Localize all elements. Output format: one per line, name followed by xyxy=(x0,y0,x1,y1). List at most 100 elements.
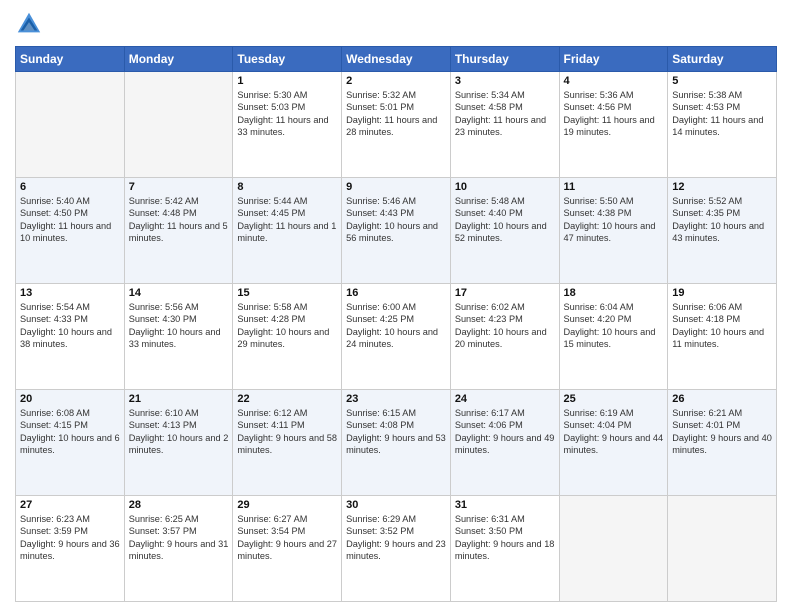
weekday-header: Saturday xyxy=(668,47,777,72)
day-number: 21 xyxy=(129,393,229,405)
weekday-header: Tuesday xyxy=(233,47,342,72)
cell-sunrise-info: Sunrise: 5:32 AM Sunset: 5:01 PM Dayligh… xyxy=(346,89,446,139)
calendar-cell: 21Sunrise: 6:10 AM Sunset: 4:13 PM Dayli… xyxy=(124,390,233,496)
calendar-table: SundayMondayTuesdayWednesdayThursdayFrid… xyxy=(15,46,777,602)
calendar-cell: 20 Sunrise: 6:08 AM Sunset: 4:15 PM Dayli… xyxy=(16,390,125,496)
day-number: 6 xyxy=(20,181,120,193)
calendar-cell xyxy=(16,72,125,178)
day-number: 14 xyxy=(129,287,229,299)
cell-sunrise-info: Sunrise: 6:04 AM Sunset: 4:20 PM Dayligh… xyxy=(564,301,664,351)
day-number: 10 xyxy=(455,181,555,193)
page: SundayMondayTuesdayWednesdayThursdayFrid… xyxy=(0,0,792,612)
day-number: 19 xyxy=(672,287,772,299)
day-number: 27 xyxy=(20,499,120,511)
cell-sunrise-info: Sunrise: 5:40 AM Sunset: 4:50 PM Dayligh… xyxy=(20,195,120,245)
calendar-cell: 15 Sunrise: 5:58 AM Sunset: 4:28 PM Dayli… xyxy=(233,284,342,390)
cell-sunrise-info: Sunrise: 6:27 AM Sunset: 3:54 PM Dayligh… xyxy=(237,513,337,563)
calendar-cell: 18 Sunrise: 6:04 AM Sunset: 4:20 PM Dayli… xyxy=(559,284,668,390)
day-number: 2 xyxy=(346,75,446,87)
day-number: 26 xyxy=(672,393,772,405)
calendar-cell: 4 Sunrise: 5:36 AM Sunset: 4:56 PM Daylig… xyxy=(559,72,668,178)
calendar-week-row: 20 Sunrise: 6:08 AM Sunset: 4:15 PM Dayli… xyxy=(16,390,777,496)
cell-sunrise-info: Sunrise: 5:30 AM Sunset: 5:03 PM Dayligh… xyxy=(237,89,337,139)
cell-sunrise-info: Sunrise: 5:52 AM Sunset: 4:35 PM Dayligh… xyxy=(672,195,772,245)
cell-sunrise-info: Sunrise: 5:42 AM Sunset: 4:48 PM Dayligh… xyxy=(129,195,229,245)
calendar-cell: 23Sunrise: 6:15 AM Sunset: 4:08 PM Dayli… xyxy=(342,390,451,496)
calendar-cell xyxy=(559,496,668,602)
day-number: 3 xyxy=(455,75,555,87)
day-number: 20 xyxy=(20,393,120,405)
cell-sunrise-info: Sunrise: 5:38 AM Sunset: 4:53 PM Dayligh… xyxy=(672,89,772,139)
day-number: 30 xyxy=(346,499,446,511)
cell-sunrise-info: Sunrise: 5:44 AM Sunset: 4:45 PM Dayligh… xyxy=(237,195,337,245)
cell-sunrise-info: Sunrise: 6:29 AM Sunset: 3:52 PM Dayligh… xyxy=(346,513,446,563)
cell-sunrise-info: Sunrise: 5:34 AM Sunset: 4:58 PM Dayligh… xyxy=(455,89,555,139)
cell-sunrise-info: Sunrise: 6:21 AM Sunset: 4:01 PM Dayligh… xyxy=(672,407,772,457)
calendar-week-row: 1 Sunrise: 5:30 AM Sunset: 5:03 PM Daylig… xyxy=(16,72,777,178)
day-number: 25 xyxy=(564,393,664,405)
day-number: 17 xyxy=(455,287,555,299)
calendar-cell: 14 Sunrise: 5:56 AM Sunset: 4:30 PM Dayli… xyxy=(124,284,233,390)
calendar-cell: 11 Sunrise: 5:50 AM Sunset: 4:38 PM Dayli… xyxy=(559,178,668,284)
weekday-header: Sunday xyxy=(16,47,125,72)
day-number: 12 xyxy=(672,181,772,193)
calendar-cell: 30 Sunrise: 6:29 AM Sunset: 3:52 PM Dayli… xyxy=(342,496,451,602)
logo-icon xyxy=(15,10,43,38)
day-number: 11 xyxy=(564,181,664,193)
weekday-header: Wednesday xyxy=(342,47,451,72)
calendar-cell: 9Sunrise: 5:46 AM Sunset: 4:43 PM Daylig… xyxy=(342,178,451,284)
calendar-cell: 6 Sunrise: 5:40 AM Sunset: 4:50 PM Daylig… xyxy=(16,178,125,284)
calendar-cell: 2 Sunrise: 5:32 AM Sunset: 5:01 PM Daylig… xyxy=(342,72,451,178)
calendar-cell: 28Sunrise: 6:25 AM Sunset: 3:57 PM Dayli… xyxy=(124,496,233,602)
day-number: 22 xyxy=(237,393,337,405)
calendar-cell: 22Sunrise: 6:12 AM Sunset: 4:11 PM Dayli… xyxy=(233,390,342,496)
day-number: 13 xyxy=(20,287,120,299)
cell-sunrise-info: Sunrise: 6:02 AM Sunset: 4:23 PM Dayligh… xyxy=(455,301,555,351)
calendar-cell: 12 Sunrise: 5:52 AM Sunset: 4:35 PM Dayli… xyxy=(668,178,777,284)
weekday-header: Thursday xyxy=(450,47,559,72)
calendar-cell: 19 Sunrise: 6:06 AM Sunset: 4:18 PM Dayli… xyxy=(668,284,777,390)
day-number: 24 xyxy=(455,393,555,405)
calendar-cell: 3 Sunrise: 5:34 AM Sunset: 4:58 PM Daylig… xyxy=(450,72,559,178)
cell-sunrise-info: Sunrise: 6:06 AM Sunset: 4:18 PM Dayligh… xyxy=(672,301,772,351)
calendar-cell: 29Sunrise: 6:27 AM Sunset: 3:54 PM Dayli… xyxy=(233,496,342,602)
logo xyxy=(15,10,47,38)
day-number: 4 xyxy=(564,75,664,87)
calendar-cell: 24 Sunrise: 6:17 AM Sunset: 4:06 PM Dayli… xyxy=(450,390,559,496)
day-number: 7 xyxy=(129,181,229,193)
calendar-cell: 8 Sunrise: 5:44 AM Sunset: 4:45 PM Daylig… xyxy=(233,178,342,284)
calendar-cell xyxy=(124,72,233,178)
cell-sunrise-info: Sunrise: 5:50 AM Sunset: 4:38 PM Dayligh… xyxy=(564,195,664,245)
calendar-cell: 27 Sunrise: 6:23 AM Sunset: 3:59 PM Dayli… xyxy=(16,496,125,602)
calendar-cell: 25 Sunrise: 6:19 AM Sunset: 4:04 PM Dayli… xyxy=(559,390,668,496)
cell-sunrise-info: Sunrise: 6:19 AM Sunset: 4:04 PM Dayligh… xyxy=(564,407,664,457)
calendar-cell: 10 Sunrise: 5:48 AM Sunset: 4:40 PM Dayli… xyxy=(450,178,559,284)
cell-sunrise-info: Sunrise: 5:48 AM Sunset: 4:40 PM Dayligh… xyxy=(455,195,555,245)
day-number: 16 xyxy=(346,287,446,299)
cell-sunrise-info: Sunrise: 5:58 AM Sunset: 4:28 PM Dayligh… xyxy=(237,301,337,351)
calendar-cell xyxy=(668,496,777,602)
calendar-cell: 17 Sunrise: 6:02 AM Sunset: 4:23 PM Dayli… xyxy=(450,284,559,390)
calendar-cell: 13Sunrise: 5:54 AM Sunset: 4:33 PM Dayli… xyxy=(16,284,125,390)
calendar-body: 1 Sunrise: 5:30 AM Sunset: 5:03 PM Daylig… xyxy=(16,72,777,602)
day-number: 23 xyxy=(346,393,446,405)
cell-sunrise-info: Sunrise: 5:56 AM Sunset: 4:30 PM Dayligh… xyxy=(129,301,229,351)
cell-sunrise-info: Sunrise: 6:23 AM Sunset: 3:59 PM Dayligh… xyxy=(20,513,120,563)
day-number: 18 xyxy=(564,287,664,299)
cell-sunrise-info: Sunrise: 5:36 AM Sunset: 4:56 PM Dayligh… xyxy=(564,89,664,139)
calendar-cell: 26 Sunrise: 6:21 AM Sunset: 4:01 PM Dayli… xyxy=(668,390,777,496)
calendar-week-row: 6 Sunrise: 5:40 AM Sunset: 4:50 PM Daylig… xyxy=(16,178,777,284)
cell-sunrise-info: Sunrise: 6:17 AM Sunset: 4:06 PM Dayligh… xyxy=(455,407,555,457)
day-number: 1 xyxy=(237,75,337,87)
calendar-cell: 7 Sunrise: 5:42 AM Sunset: 4:48 PM Daylig… xyxy=(124,178,233,284)
day-number: 31 xyxy=(455,499,555,511)
day-number: 15 xyxy=(237,287,337,299)
calendar-cell: 5Sunrise: 5:38 AM Sunset: 4:53 PM Daylig… xyxy=(668,72,777,178)
calendar-cell: 31Sunrise: 6:31 AM Sunset: 3:50 PM Dayli… xyxy=(450,496,559,602)
day-number: 8 xyxy=(237,181,337,193)
cell-sunrise-info: Sunrise: 6:08 AM Sunset: 4:15 PM Dayligh… xyxy=(20,407,120,457)
calendar-cell: 16Sunrise: 6:00 AM Sunset: 4:25 PM Dayli… xyxy=(342,284,451,390)
calendar-week-row: 27 Sunrise: 6:23 AM Sunset: 3:59 PM Dayli… xyxy=(16,496,777,602)
calendar-week-row: 13Sunrise: 5:54 AM Sunset: 4:33 PM Dayli… xyxy=(16,284,777,390)
calendar-cell: 1 Sunrise: 5:30 AM Sunset: 5:03 PM Daylig… xyxy=(233,72,342,178)
